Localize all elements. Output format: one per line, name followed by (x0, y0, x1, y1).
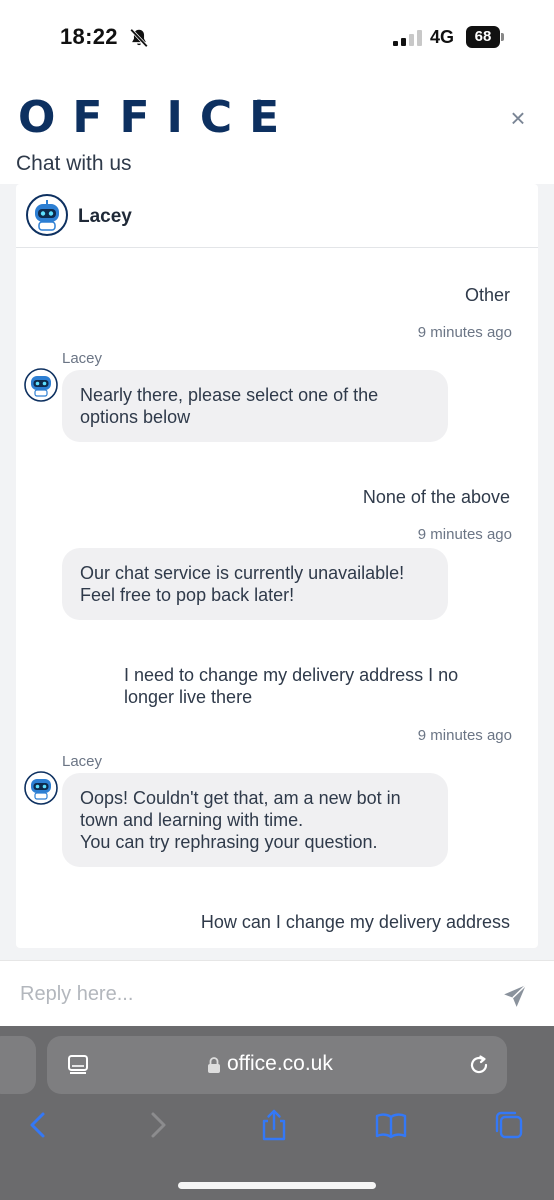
share-icon[interactable] (257, 1108, 291, 1142)
browser-chrome: office.co.uk (0, 1026, 554, 1200)
home-indicator[interactable] (178, 1182, 376, 1189)
network-label: 4G (430, 27, 455, 47)
bell-slash-icon (130, 28, 148, 48)
user-message: Other (464, 285, 510, 305)
reader-mode-icon[interactable] (67, 1054, 89, 1076)
message-timestamp: 9 minutes ago (417, 727, 512, 744)
logo-registered-mark: ® (256, 98, 262, 107)
bot-message-line: Oops! Couldn't get that, am a new bot in… (80, 788, 401, 830)
chat-panel: Lacey Other 9 minutes ago Lacey Nearly t… (16, 184, 538, 948)
bot-message-bubble: Our chat service is currently unavailabl… (62, 548, 448, 620)
user-message: How can I change my delivery address (200, 912, 510, 932)
bot-message-line: You can try rephrasing your question. (80, 832, 378, 852)
previous-tab[interactable] (0, 1036, 36, 1094)
message-sender: Lacey (62, 753, 103, 770)
lock-icon (208, 1057, 220, 1073)
message-sender: Lacey (62, 350, 103, 367)
chevron-left-icon[interactable] (22, 1108, 56, 1142)
reload-icon[interactable] (467, 1053, 491, 1077)
agent-header: Lacey (16, 184, 538, 248)
signal-bars-icon (393, 30, 422, 46)
chevron-right-icon[interactable] (140, 1108, 174, 1142)
reply-input[interactable] (20, 975, 480, 1013)
bot-message-bubble: Oops! Couldn't get that, am a new bot in… (62, 773, 448, 867)
user-message: None of the above (362, 487, 510, 507)
chat-title: Chat with us (16, 152, 132, 175)
close-button[interactable]: × (504, 104, 532, 132)
user-message: I need to change my delivery address I n… (124, 665, 459, 707)
url-text: office.co.uk (227, 1052, 333, 1075)
office-logo: OFFICE (18, 92, 297, 143)
bot-message-bubble: Nearly there, please select one of the o… (62, 370, 448, 442)
book-icon[interactable] (374, 1108, 408, 1142)
tabs-icon[interactable] (492, 1108, 526, 1142)
battery-indicator: 68 (466, 26, 504, 48)
status-bar: 18:22 4G 68 (0, 0, 554, 76)
address-bar[interactable]: office.co.uk (47, 1036, 507, 1094)
message-timestamp: 9 minutes ago (417, 324, 512, 341)
reply-bar (0, 960, 554, 1026)
battery-tip (501, 33, 504, 41)
robot-avatar-icon (24, 771, 58, 805)
status-time: 18:22 (60, 24, 118, 49)
battery-level: 68 (466, 26, 500, 48)
agent-name: Lacey (78, 206, 132, 227)
robot-avatar-icon (26, 194, 68, 236)
robot-avatar-icon (24, 368, 58, 402)
send-icon[interactable] (502, 983, 528, 1009)
message-timestamp: 9 minutes ago (417, 526, 512, 543)
